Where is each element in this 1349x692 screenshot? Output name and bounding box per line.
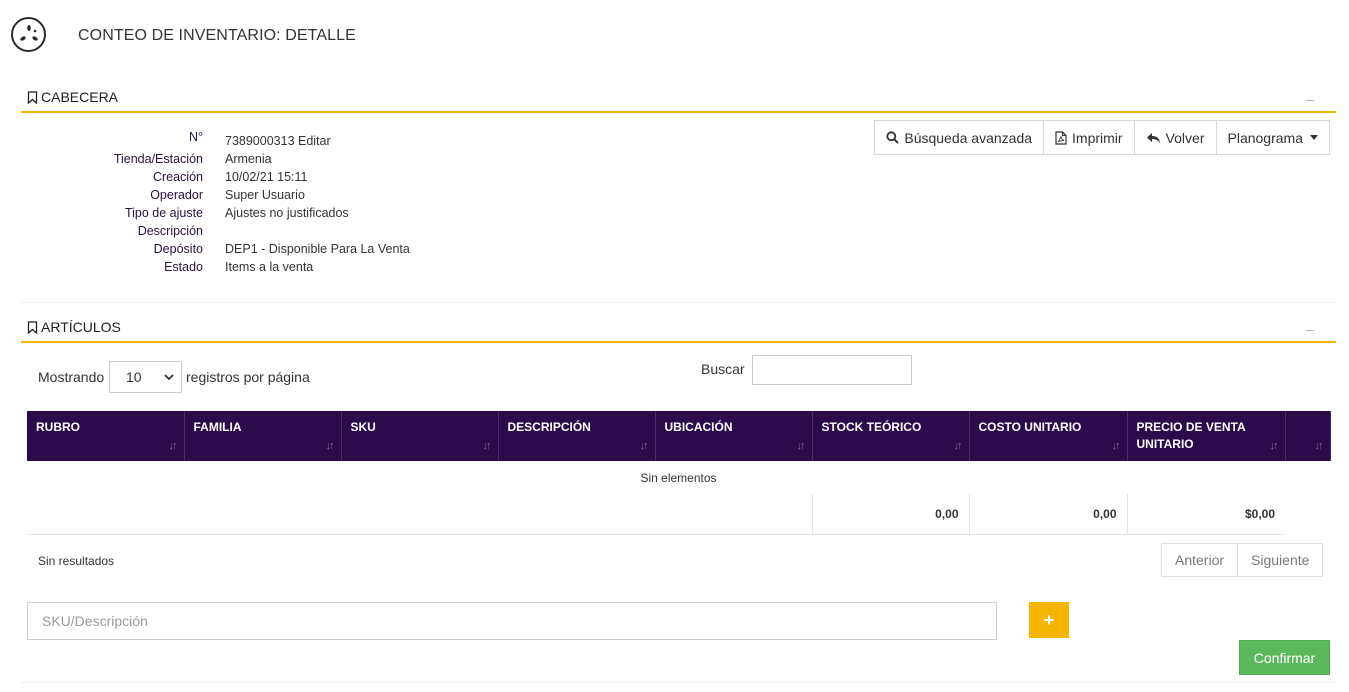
detail-value: Super Usuario bbox=[225, 188, 305, 202]
detail-row-numero: N° 7389000313 Editar bbox=[21, 130, 421, 152]
editar-link[interactable]: Editar bbox=[298, 134, 331, 148]
sort-icon: ↓↑ bbox=[1314, 440, 1324, 452]
detail-value: DEP1 - Disponible Para La Venta bbox=[225, 242, 410, 256]
planograma-dropdown-button[interactable]: Planograma bbox=[1215, 120, 1330, 155]
column-header-sku[interactable]: SKU ↓↑ bbox=[341, 411, 499, 461]
sku-description-input[interactable]: SKU/Descripción bbox=[27, 602, 997, 640]
detail-label: N° bbox=[188, 130, 203, 144]
table-header-row: RUBRO ↓↑ FAMILIA ↓↑ SKU ↓↑ DESCRIPCIÓN ↓↑ UB… bbox=[27, 411, 1331, 461]
detail-value: Ajustes no justificados bbox=[225, 206, 349, 220]
length-prefix-label: Mostrando bbox=[38, 369, 105, 385]
sort-icon: ↓↑ bbox=[1111, 440, 1121, 452]
sort-icon: ↓↑ bbox=[1269, 440, 1279, 452]
empty-row: Sin elementos bbox=[27, 461, 1330, 494]
column-header-actions[interactable]: ↓↑ bbox=[1285, 411, 1331, 461]
chevron-down-icon bbox=[164, 374, 174, 381]
pagination: Anterior Siguiente bbox=[1161, 543, 1324, 577]
detail-label: Tipo de ajuste bbox=[124, 206, 203, 220]
cabecera-title-text: CABECERA bbox=[41, 89, 119, 105]
column-header-precio-venta[interactable]: PRECIO DE VENTA UNITARIO ↓↑ bbox=[1127, 411, 1286, 461]
totals-row: 0,00 0,00 $0,00 bbox=[27, 494, 1330, 535]
detail-row-creacion: Creación 10/02/21 15:11 bbox=[21, 170, 421, 188]
detail-row-deposito: Depósito DEP1 - Disponible Para La Venta bbox=[21, 242, 421, 260]
detail-row-operador: Operador Super Usuario bbox=[21, 188, 421, 206]
length-suffix-label: registros por página bbox=[186, 369, 310, 385]
detail-label: Tienda/Estación bbox=[113, 152, 203, 166]
pagination-prev-button[interactable]: Anterior bbox=[1161, 543, 1239, 577]
articulos-title: ARTÍCULOS bbox=[27, 319, 121, 335]
detail-row-tipo-ajuste: Tipo de ajuste Ajustes no justificados bbox=[21, 206, 421, 224]
sort-icon: ↓↑ bbox=[796, 440, 806, 452]
sort-icon: ↓↑ bbox=[953, 440, 963, 452]
app-logo-icon[interactable] bbox=[11, 17, 46, 52]
column-header-rubro[interactable]: RUBRO ↓↑ bbox=[27, 411, 185, 461]
footer-divider bbox=[21, 682, 1336, 683]
imprimir-button[interactable]: Imprimir bbox=[1043, 120, 1135, 155]
sort-icon: ↓↑ bbox=[482, 440, 492, 452]
sort-icon: ↓↑ bbox=[639, 440, 649, 452]
detail-value: Armenia bbox=[225, 152, 272, 166]
add-item-button[interactable]: + bbox=[1029, 602, 1069, 638]
pagination-next-button[interactable]: Siguiente bbox=[1237, 543, 1324, 577]
results-info: Sin resultados bbox=[38, 554, 115, 568]
cabecera-action-buttons: Búsqueda avanzada Imprimir Volver Planog… bbox=[874, 120, 1330, 155]
detail-value-numero: 7389000313 Editar bbox=[225, 134, 331, 148]
sort-icon: ↓↑ bbox=[168, 440, 178, 452]
detail-row-descripcion: Descripción bbox=[21, 224, 421, 242]
sort-icon: ↓↑ bbox=[325, 440, 335, 452]
busqueda-avanzada-button[interactable]: Búsqueda avanzada bbox=[874, 120, 1045, 155]
total-precio: $0,00 bbox=[1126, 494, 1285, 535]
search-label: Buscar bbox=[701, 361, 745, 377]
articulos-section-header: ARTÍCULOS _ bbox=[21, 315, 1336, 343]
articulos-collapse-button[interactable]: _ bbox=[1306, 315, 1314, 331]
detail-label: Descripción bbox=[137, 224, 203, 238]
column-header-stock-teorico[interactable]: STOCK TEÓRICO ↓↑ bbox=[812, 411, 970, 461]
articulos-table: RUBRO ↓↑ FAMILIA ↓↑ SKU ↓↑ DESCRIPCIÓN ↓↑ UB… bbox=[27, 411, 1331, 535]
detail-row-estado: Estado Items a la venta bbox=[21, 260, 421, 278]
articulos-title-text: ARTÍCULOS bbox=[41, 319, 121, 335]
cabecera-collapse-button[interactable]: _ bbox=[1306, 85, 1314, 101]
detail-label: Estado bbox=[164, 260, 203, 274]
caret-down-icon bbox=[1310, 135, 1318, 140]
reply-arrow-icon bbox=[1146, 132, 1160, 143]
page-length-select[interactable]: 10 bbox=[109, 361, 182, 393]
detail-label: Depósito bbox=[153, 242, 203, 256]
detail-value: Items a la venta bbox=[225, 260, 314, 274]
column-header-descripcion[interactable]: DESCRIPCIÓN ↓↑ bbox=[498, 411, 656, 461]
column-header-costo-unitario[interactable]: COSTO UNITARIO ↓↑ bbox=[969, 411, 1128, 461]
total-costo: 0,00 bbox=[968, 494, 1127, 535]
column-header-ubicacion[interactable]: UBICACIÓN ↓↑ bbox=[655, 411, 813, 461]
detail-row-tienda: Tienda/Estación Armenia bbox=[21, 152, 421, 170]
search-input[interactable] bbox=[752, 355, 912, 385]
cabecera-title: CABECERA bbox=[27, 89, 118, 105]
confirm-button[interactable]: Confirmar bbox=[1239, 640, 1330, 675]
search-icon bbox=[886, 131, 900, 144]
detail-label: Operador bbox=[150, 188, 203, 202]
empty-message: Sin elementos bbox=[640, 470, 717, 485]
bookmark-icon bbox=[27, 320, 38, 334]
cabecera-detail-list: N° 7389000313 Editar Tienda/Estación Arm… bbox=[21, 130, 421, 278]
section-divider bbox=[21, 302, 1336, 303]
pdf-file-icon bbox=[1055, 130, 1067, 145]
bookmark-icon bbox=[27, 90, 38, 104]
column-header-familia[interactable]: FAMILIA ↓↑ bbox=[184, 411, 342, 461]
page-title: CONTEO DE INVENTARIO: DETALLE bbox=[78, 27, 356, 44]
detail-value: 10/02/21 15:11 bbox=[225, 170, 308, 184]
detail-label: Creación bbox=[152, 170, 203, 184]
cabecera-section-header: CABECERA _ bbox=[21, 85, 1336, 113]
volver-button[interactable]: Volver bbox=[1133, 120, 1217, 155]
total-stock: 0,00 bbox=[811, 494, 969, 535]
